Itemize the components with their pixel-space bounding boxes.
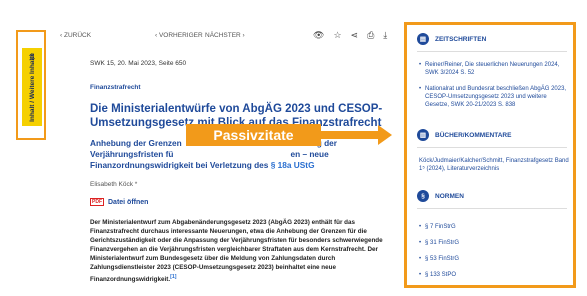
pdf-icon: PDF: [90, 198, 104, 206]
previous-button[interactable]: ‹ VORHERIGER: [155, 32, 203, 39]
view-eye-icon[interactable]: 👁: [313, 30, 324, 41]
divider: [417, 208, 567, 209]
article-abstract: Der Ministerialentwurf zum Abgabenänderu…: [90, 218, 390, 284]
section-buecher-title: BÜCHER/KOMMENTARE: [435, 131, 512, 139]
toolbar: ‹ ZURÜCK ‹ VORHERIGER NÄCHSTER › 👁 ☆ ⋖ ⎙…: [60, 30, 390, 44]
next-button[interactable]: NÄCHSTER ›: [205, 32, 245, 39]
section-zeitschriften-title: ZEITSCHRIFTEN: [435, 35, 487, 43]
open-file-link[interactable]: PDF Datei öffnen: [90, 198, 390, 206]
subtitle-line2: Verjährungsfristen fü: [90, 149, 174, 159]
norm-item[interactable]: • § 31 FinStrG: [419, 239, 571, 247]
book-icon: ▥: [417, 129, 429, 141]
arrow-shaft: [321, 131, 379, 139]
subtitle-line1: Anhebung der Grenzen: [90, 138, 182, 148]
journal-icon: ▤: [417, 33, 429, 45]
abstract-text: Der Ministerialentwurf zum Abgabenänderu…: [90, 219, 383, 283]
divider: [417, 51, 567, 52]
arrow-right-icon: [378, 125, 392, 145]
section-normen-header: § NORMEN: [417, 190, 464, 202]
norm-item[interactable]: • § 133 StPO: [419, 271, 571, 279]
book-item[interactable]: Köck/Judmaier/Kalcher/Schmitt, Finanzstr…: [419, 157, 571, 173]
subtitle-line2-end: en – neue: [290, 149, 329, 159]
article: SWK 15, 20. Mai 2023, Seite 650 Finanzst…: [90, 60, 390, 284]
author: Elisabeth Köck *: [90, 181, 138, 188]
passivzitate-banner: Passivzitate: [186, 124, 321, 146]
footnote-link[interactable]: [1]: [170, 274, 176, 280]
passive-citations-panel: ▤ ZEITSCHRIFTEN • Reiner/Reiner, Die ste…: [404, 22, 576, 288]
print-icon[interactable]: ⎙: [367, 30, 374, 41]
law-link[interactable]: § 18a UStG: [271, 160, 315, 170]
section-normen-title: NORMEN: [435, 192, 464, 200]
paragraph-icon: §: [417, 190, 429, 202]
toolbar-icons: 👁 ☆ ⋖ ⎙ ⤓: [313, 30, 387, 41]
divider: [417, 147, 567, 148]
article-rubric: Finanzstrafrecht: [90, 84, 141, 91]
norm-item[interactable]: • § 7 FinStrG: [419, 223, 571, 231]
norm-item[interactable]: • § 53 FinStrG: [419, 255, 571, 263]
article-meta: SWK 15, 20. Mai 2023, Seite 650: [90, 60, 187, 67]
star-icon[interactable]: ☆: [333, 30, 341, 41]
side-tab-toggle[interactable]: ⇅ Inhalt / Weitere Inhalte: [22, 48, 42, 126]
side-tab-label: Inhalt / Weitere Inhalte: [28, 52, 36, 122]
back-button[interactable]: ‹ ZURÜCK: [60, 32, 91, 39]
section-zeitschriften-header: ▤ ZEITSCHRIFTEN: [417, 33, 486, 45]
open-file-label: Datei öffnen: [108, 198, 149, 206]
share-icon[interactable]: ⋖: [351, 30, 359, 41]
download-icon[interactable]: ⤓: [383, 30, 387, 41]
journal-item[interactable]: • Reiner/Reiner, Die steuerlichen Neueru…: [419, 61, 571, 77]
journal-item[interactable]: • Nationalrat und Bundesrat beschließen …: [419, 85, 571, 109]
subtitle-line3: Finanzordnungswidrigkeit bei Verletzung …: [90, 160, 271, 170]
section-buecher-header: ▥ BÜCHER/KOMMENTARE: [417, 129, 511, 141]
